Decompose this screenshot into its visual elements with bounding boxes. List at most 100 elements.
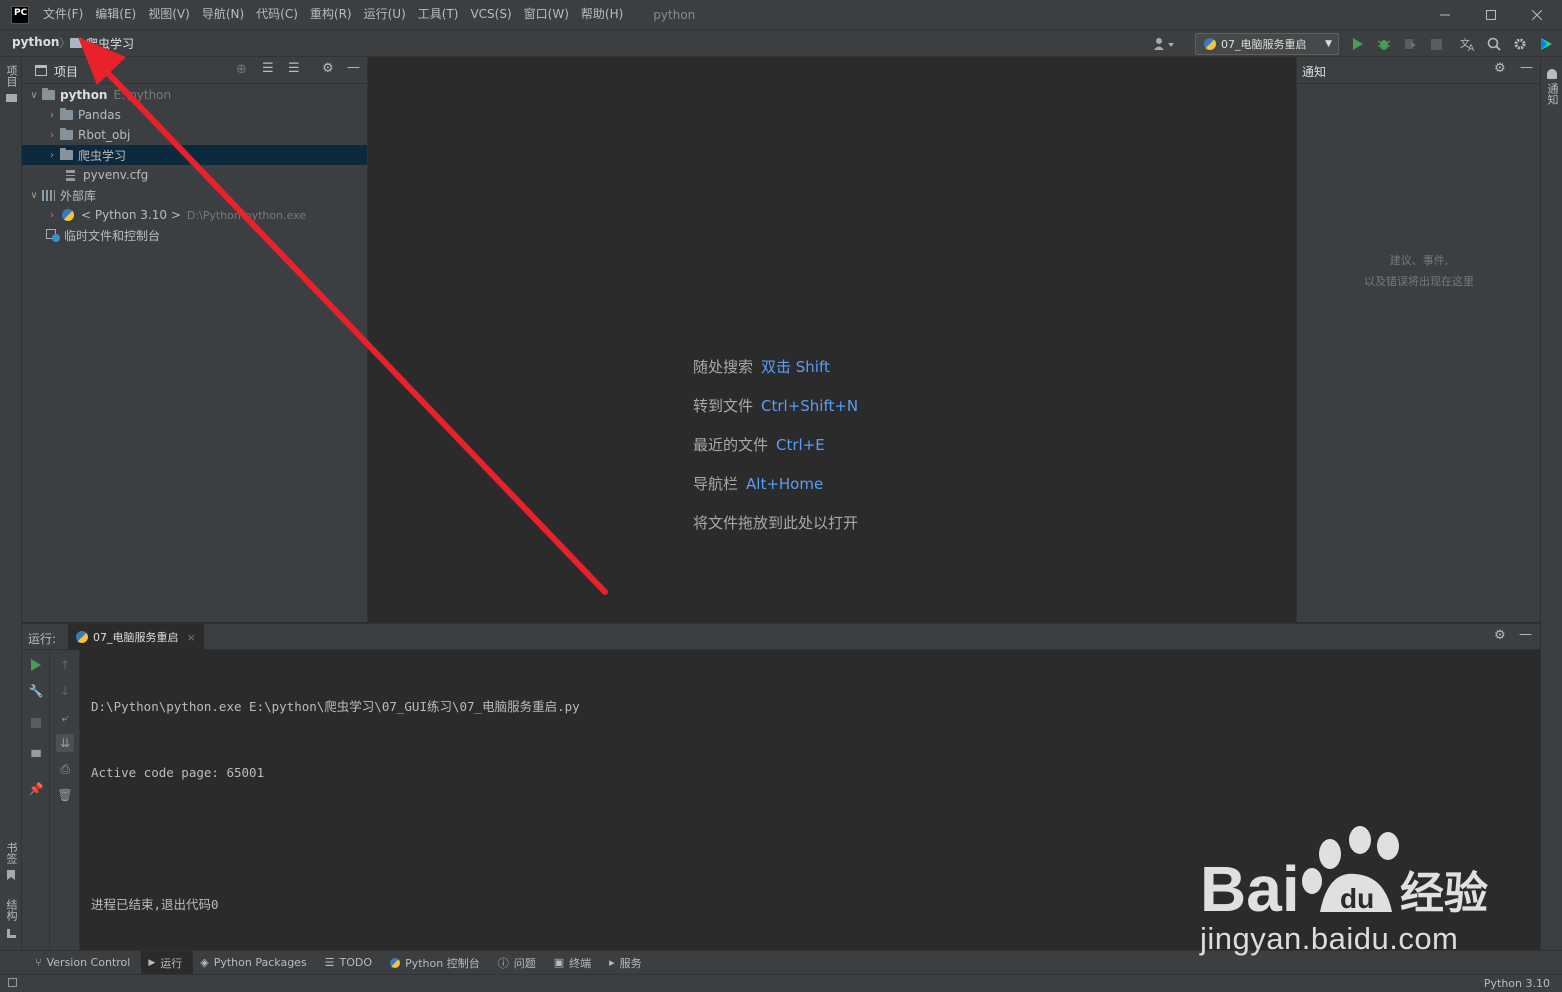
menu-run[interactable]: 运行(U) [358,0,412,29]
tool-tab-notifications[interactable]: 通知 [1544,83,1560,105]
menu-view[interactable]: 视图(V) [142,0,196,29]
tool-label: Version Control [46,956,131,969]
maximize-button[interactable] [1468,0,1514,29]
right-tool-stripe: 通知 [1540,57,1562,950]
stop-button[interactable] [1427,35,1445,53]
tree-item-rbot-obj[interactable]: › Rbot_obj [22,125,367,145]
bug-icon [1377,40,1391,50]
tree-item-external-libs[interactable]: ∨ 外部库 [22,185,367,205]
hide-panel-icon[interactable]: — [1519,627,1532,642]
tree-item-root[interactable]: ∨ python E:\python [22,85,367,105]
coverage-button[interactable] [1401,35,1419,53]
chevron-right-icon[interactable]: › [46,110,58,121]
stop-button[interactable] [27,714,45,732]
menu-navigate[interactable]: 导航(N) [196,0,250,29]
menu-code[interactable]: 代码(C) [250,0,304,29]
folder-icon [60,108,73,120]
menu-edit[interactable]: 编辑(E) [89,0,142,29]
notifications-header: 通知 ⚙ — [1297,57,1541,84]
tree-item-crawler[interactable]: › 爬虫学习 [22,145,367,165]
tree-item-scratches[interactable]: 临时文件和控制台 [22,225,367,245]
print-icon[interactable]: ⎙ [56,760,74,778]
trash-icon[interactable]: 🗑 [56,786,74,804]
tool-python-packages[interactable]: ◈ Python Packages [193,951,317,975]
minimize-button[interactable] [1422,0,1468,29]
tool-version-control[interactable]: ⑂ Version Control [28,951,141,975]
settings-button[interactable] [1511,35,1529,53]
gear-icon[interactable]: ⚙ [322,61,334,76]
tree-item-pyvenv[interactable]: pyvenv.cfg [22,165,367,185]
scroll-to-end-icon[interactable]: ⇊ [56,734,74,752]
status-interpreter[interactable]: Python 3.10 [1484,977,1550,990]
maximize-icon [1486,9,1496,20]
hide-panel-icon[interactable]: — [347,60,360,75]
breadcrumb-root[interactable]: python [12,35,59,49]
tool-todo[interactable]: ☰ TODO [318,951,383,975]
chevron-right-icon[interactable]: › [46,130,58,141]
toggle-tool-windows-icon[interactable] [8,978,17,987]
chevron-down-icon[interactable]: ∨ [28,190,40,201]
run-tab[interactable]: 07_电脑服务重启 × [68,624,204,650]
run-config-selector[interactable]: 07_电脑服务重启 ▼ [1195,33,1339,55]
menu-tools[interactable]: 工具(T) [412,0,465,29]
menu-window[interactable]: 窗口(W) [518,0,575,29]
structure-icon [7,929,16,938]
chevron-right-icon[interactable]: › [46,150,58,161]
vcs-user-icon[interactable] [1150,35,1178,53]
layout-icon[interactable]: ▀ [27,748,45,766]
rerun-button[interactable] [27,656,45,674]
collapse-all-icon[interactable]: ☰ [288,61,300,76]
arrow-down-icon[interactable]: ↓ [56,682,74,700]
tool-tab-bookmarks[interactable]: 书签 [3,842,19,864]
pin-icon[interactable]: 📌 [27,780,45,798]
tool-run[interactable]: ▶ 运行 [141,950,194,975]
run-button[interactable] [1349,35,1367,53]
gear-icon [1514,38,1526,50]
search-button[interactable] [1485,35,1503,53]
tool-services[interactable]: ▸ 服务 [602,951,653,975]
tree-item-pandas[interactable]: › Pandas [22,105,367,125]
project-panel-title[interactable]: 项目 [54,63,78,80]
tool-tab-structure[interactable]: 结构 [3,899,19,921]
pycharm-logo-icon[interactable]: PC [11,5,29,24]
translate-button[interactable]: 文A [1459,35,1477,53]
debug-button[interactable] [1375,35,1393,53]
window-title: python [653,7,696,22]
wrench-icon[interactable]: 🔧 [27,682,45,700]
tool-problems[interactable]: ⓘ 问题 [491,951,547,975]
console-output[interactable]: D:\Python\python.exe E:\python\爬虫学习\07_G… [91,652,580,960]
menu-file[interactable]: 文件(F) [37,0,89,29]
close-icon[interactable]: × [187,631,196,644]
locate-icon[interactable]: ⊕ [236,62,247,77]
tool-terminal[interactable]: ▣ 终端 [547,951,602,975]
project-window-icon [35,65,47,76]
baidu-watermark: Bai du 经验 [1200,826,1500,925]
translate-icon: 文A [1460,37,1475,52]
close-button[interactable] [1514,0,1560,29]
tree-item-python-sdk[interactable]: › < Python 3.10 > D:\Python\python.exe [22,205,367,225]
gear-icon[interactable]: ⚙ [1494,61,1506,76]
tool-tab-project[interactable]: 项目 [3,65,19,87]
soft-wrap-icon[interactable]: ⤶ [56,709,74,727]
library-icon [42,189,55,201]
chevron-right-icon[interactable]: › [46,210,58,221]
tip-goto-file: 转到文件 Ctrl+Shift+N [693,395,858,416]
gear-icon[interactable]: ⚙ [1494,628,1506,643]
status-bar: Python 3.10 [0,974,1562,992]
plugin-button[interactable] [1537,35,1555,53]
breadcrumb-child[interactable]: 爬虫学习 [86,35,134,52]
hide-panel-icon[interactable]: — [1520,60,1533,75]
folder-icon [6,94,17,102]
menu-refactor[interactable]: 重构(R) [304,0,358,29]
tool-python-console[interactable]: Python 控制台 [383,951,491,975]
tip-shortcut: Alt+Home [746,475,824,493]
menu-vcs[interactable]: VCS(S) [464,0,517,29]
arrow-up-icon[interactable]: ↑ [56,656,74,674]
play-icon: ▶ [148,957,156,968]
chevron-down-icon[interactable]: ∨ [28,90,40,101]
expand-all-icon[interactable]: ☰ [262,61,274,76]
bell-icon [1547,69,1557,79]
tool-label: 终端 [569,956,592,970]
menu-help[interactable]: 帮助(H) [575,0,629,29]
